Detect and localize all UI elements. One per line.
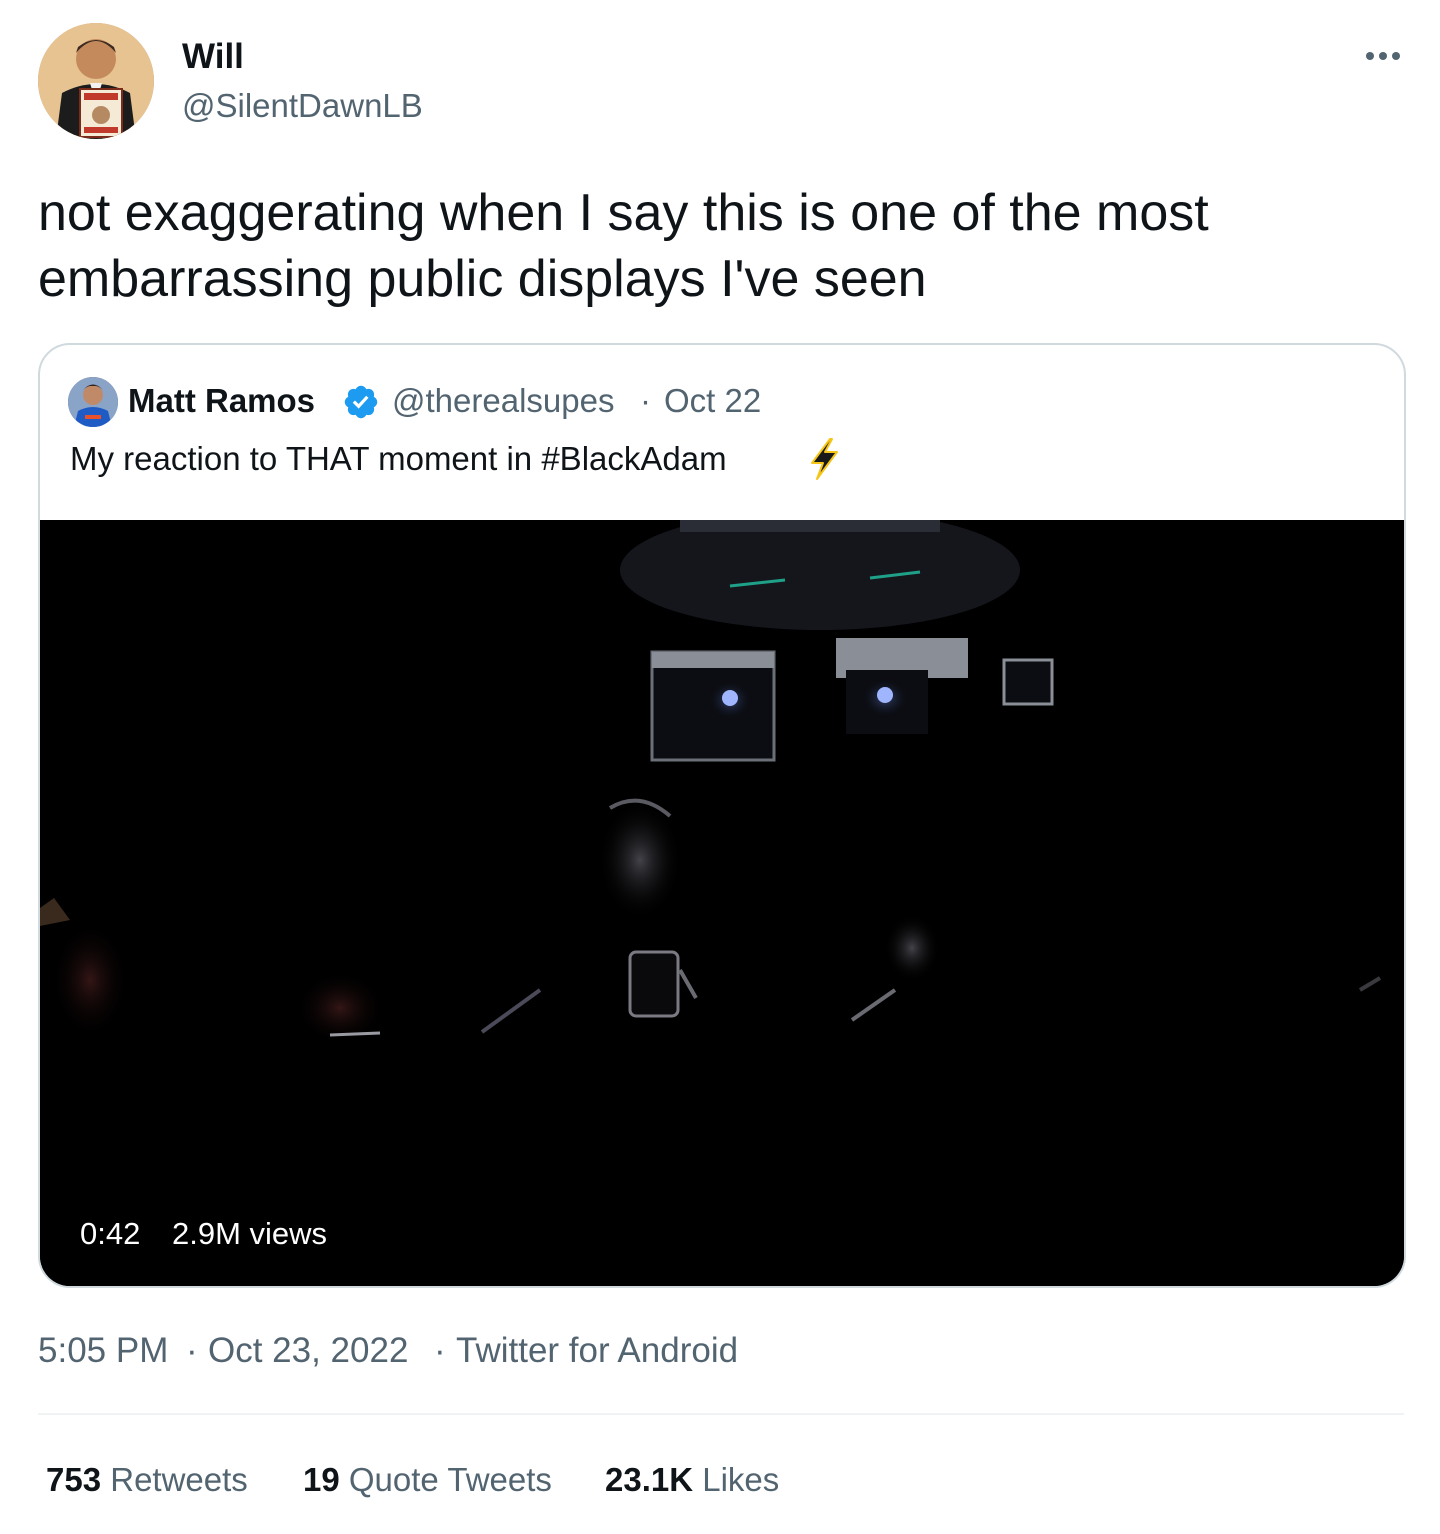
video-player[interactable]: 0:42 2.9M views: [40, 520, 1404, 1286]
verified-badge: [342, 383, 380, 421]
more-options-icon: [1366, 52, 1400, 60]
likes-label: Likes: [702, 1461, 780, 1498]
quoted-separator: ·: [640, 382, 651, 419]
lightning-bolt-emoji: [806, 437, 842, 481]
tweet-text: not exaggerating when I say this is one …: [38, 184, 1209, 308]
meta-separator: ·: [434, 1331, 446, 1370]
likes-count: 23.1K: [605, 1461, 694, 1498]
tweet-date[interactable]: Oct 23, 2022: [208, 1330, 408, 1372]
quote-tweets-count: 19: [303, 1461, 340, 1498]
meta-separator: ·: [186, 1331, 198, 1370]
quote-tweets-stat[interactable]: 19 Quote Tweets: [303, 1460, 552, 1500]
author-avatar-image: [38, 23, 154, 139]
quoted-avatar-image: [68, 377, 118, 427]
quoted-author-avatar[interactable]: [68, 377, 118, 427]
video-frame: [40, 520, 1404, 1286]
video-views: 2.9M views: [172, 1216, 328, 1251]
quoted-tweet-card[interactable]: Matt Ramos @therealsupes · Oct 22 My rea…: [38, 343, 1406, 1288]
tweet-time[interactable]: 5:05 PM: [38, 1330, 168, 1372]
lightning-bolt-icon: [811, 438, 838, 480]
video-duration: 0:42: [80, 1216, 141, 1251]
divider: [38, 1413, 1404, 1415]
retweets-label: Retweets: [110, 1461, 248, 1498]
tweet-source[interactable]: Twitter for Android: [456, 1330, 738, 1372]
verified-badge-icon: [344, 385, 378, 419]
retweets-stat[interactable]: 753 Retweets: [46, 1460, 248, 1500]
author-name[interactable]: Will: [182, 37, 244, 77]
quote-tweets-label: Quote Tweets: [348, 1461, 552, 1498]
author-avatar[interactable]: [38, 23, 154, 139]
quoted-author-name[interactable]: Matt Ramos: [128, 381, 315, 421]
quoted-date[interactable]: Oct 22: [664, 381, 761, 421]
more-options-button[interactable]: [1356, 36, 1408, 76]
retweets-count: 753: [46, 1461, 102, 1498]
quoted-tweet-text: My reaction to THAT moment in #BlackAdam: [70, 440, 727, 477]
author-handle[interactable]: @SilentDawnLB: [182, 86, 423, 126]
likes-stat[interactable]: 23.1K Likes: [605, 1460, 779, 1500]
quoted-author-handle[interactable]: @therealsupes: [392, 381, 614, 421]
